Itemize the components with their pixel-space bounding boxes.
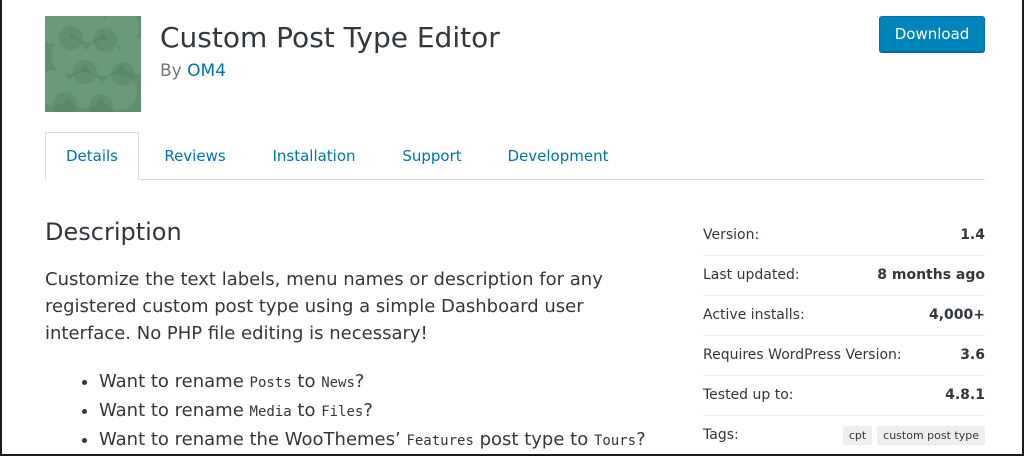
- tag-link[interactable]: cpt: [842, 426, 873, 445]
- author-link[interactable]: OM4: [187, 61, 226, 81]
- plugin-meta: Version: 1.4 Last updated: 8 months ago …: [703, 216, 985, 456]
- download-button[interactable]: Download: [879, 16, 985, 52]
- feature-list: Want to rename Posts to News? Want to re…: [45, 368, 739, 455]
- meta-row-requires: Requires WordPress Version: 3.6: [703, 336, 985, 376]
- meta-row-tags: Tags: cpt custom post type: [703, 416, 985, 456]
- meta-row-installs: Active installs: 4,000+: [703, 296, 985, 336]
- tab-details[interactable]: Details: [45, 132, 139, 180]
- tag-link[interactable]: custom post type: [877, 426, 985, 445]
- plugin-title: Custom Post Type Editor: [160, 21, 500, 54]
- plugin-author-line: By OM4: [160, 61, 226, 81]
- plugin-icon: [45, 16, 141, 112]
- by-label: By: [160, 61, 182, 81]
- list-item: Want to rename Posts to News?: [99, 368, 739, 397]
- tag-list: cpt custom post type: [842, 426, 985, 445]
- list-item: Want to rename Media to Files?: [99, 397, 739, 426]
- description-paragraph: Customize the text labels, menu names or…: [45, 269, 603, 344]
- tab-reviews[interactable]: Reviews: [147, 132, 243, 179]
- meta-row-updated: Last updated: 8 months ago: [703, 256, 985, 296]
- description-heading: Description: [45, 218, 182, 246]
- list-item: Want to rename the WooThemes’ Features p…: [99, 426, 739, 455]
- meta-row-version: Version: 1.4: [703, 216, 985, 256]
- meta-row-tested: Tested up to: 4.8.1: [703, 376, 985, 416]
- tab-development[interactable]: Development: [495, 132, 621, 179]
- tab-support[interactable]: Support: [385, 132, 479, 179]
- tab-bar: Details Reviews Installation Support Dev…: [45, 132, 985, 180]
- tab-installation[interactable]: Installation: [255, 132, 373, 179]
